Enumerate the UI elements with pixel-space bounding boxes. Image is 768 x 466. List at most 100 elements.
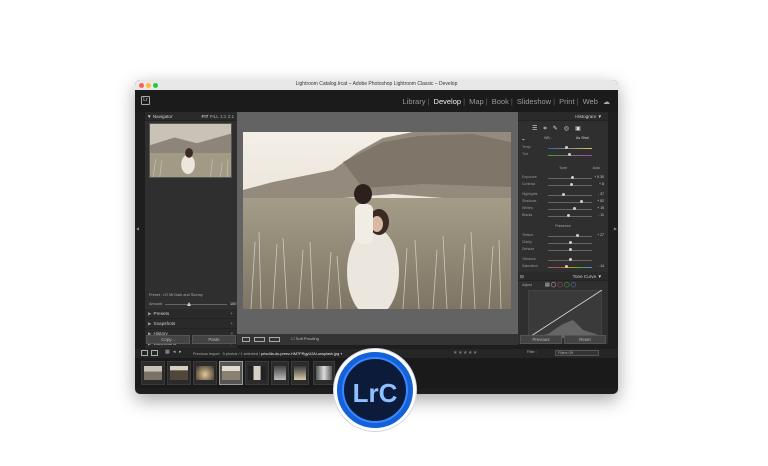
filmstrip-thumb[interactable] — [193, 361, 217, 385]
filmstrip-thumb[interactable] — [291, 361, 309, 385]
slider-saturation[interactable]: Saturation - 14 — [520, 264, 606, 270]
slider-exposure[interactable]: Exposure + 0.30 — [520, 175, 606, 181]
slider-tint[interactable]: Tint — [520, 152, 606, 158]
slider-temp[interactable]: Temp — [520, 145, 606, 151]
auto-button[interactable]: Auto — [593, 166, 600, 170]
left-panel-toggle-icon[interactable]: ◀ — [136, 226, 139, 231]
source-label[interactable]: Previous Import — [193, 352, 220, 356]
plus-icon[interactable]: + — [230, 309, 233, 319]
zoom-fit[interactable]: FIT — [202, 114, 209, 119]
rating-filter[interactable]: ★★★★★ — [453, 350, 478, 356]
zoom-1-1[interactable]: 1:1 — [220, 114, 226, 119]
shadows-value[interactable]: + 52 — [597, 199, 604, 203]
blue-channel-icon[interactable]: ◯ — [571, 282, 578, 288]
zoom-fill[interactable]: FILL — [210, 114, 219, 119]
highlights-value[interactable]: - 37 — [598, 192, 604, 196]
blacks-knob[interactable] — [567, 214, 570, 217]
amount-knob[interactable] — [187, 302, 191, 306]
module-library[interactable]: Library — [403, 97, 426, 106]
shadows-knob[interactable] — [580, 200, 583, 203]
blacks-value[interactable]: - 11 — [598, 213, 604, 217]
texture-knob[interactable] — [576, 234, 579, 237]
module-develop[interactable]: Develop — [434, 97, 462, 106]
clarity-knob[interactable] — [569, 241, 572, 244]
green-channel-icon[interactable]: ◯ — [564, 282, 571, 288]
grid-icon[interactable]: ▦ — [165, 349, 170, 355]
contrast-knob[interactable] — [570, 183, 573, 186]
slider-contrast[interactable]: Contrast + 8 — [520, 182, 606, 188]
reset-button[interactable]: Reset — [564, 335, 606, 344]
whites-knob[interactable] — [573, 207, 576, 210]
paste-button[interactable]: Paste — [192, 335, 236, 344]
loupe-view-icon[interactable] — [242, 337, 250, 342]
filmstrip-thumb-selected[interactable] — [219, 361, 243, 385]
section-snapshots[interactable]: ▶ Snapshots + — [145, 319, 237, 329]
texture-value[interactable]: + 27 — [597, 233, 604, 237]
module-slideshow[interactable]: Slideshow — [517, 97, 551, 106]
before-after-icon[interactable] — [254, 337, 265, 342]
tone-curve-toggle-icon[interactable]: ⊟ — [520, 272, 524, 281]
module-web[interactable]: Web — [583, 97, 598, 106]
navigator-header[interactable]: ▼ Navigator FIT FILL 1:1 2:1 — [145, 112, 237, 121]
dehaze-knob[interactable] — [569, 248, 572, 251]
mask-icon[interactable]: ▣ — [575, 126, 587, 132]
filmstrip-thumb[interactable] — [313, 361, 335, 385]
back-arrow-icon[interactable]: ◂ — [173, 349, 176, 355]
tint-knob[interactable] — [568, 153, 571, 156]
module-print[interactable]: Print — [559, 97, 574, 106]
vibrance-knob[interactable] — [569, 258, 572, 261]
slider-clarity[interactable]: Clarity — [520, 240, 606, 246]
filmstrip-thumb[interactable] — [245, 361, 269, 385]
tone-curve-graph[interactable] — [528, 290, 602, 338]
presence-group-label: Presence — [555, 224, 571, 228]
slider-highlights[interactable]: Highlights - 37 — [520, 192, 606, 198]
compare-view-icon[interactable] — [269, 337, 280, 342]
healing-icon[interactable]: ✎ — [553, 126, 564, 132]
filmstrip-thumb[interactable] — [141, 361, 165, 385]
whites-value[interactable]: + 15 — [597, 206, 604, 210]
sliders-icon[interactable]: ☰ — [532, 126, 543, 132]
filmstrip-thumb[interactable] — [167, 361, 191, 385]
module-map[interactable]: Map — [469, 97, 484, 106]
main-window-icon[interactable] — [151, 350, 158, 356]
filmstrip-thumb[interactable] — [271, 361, 289, 385]
slider-texture[interactable]: Texture + 27 — [520, 233, 606, 239]
navigator-preview[interactable] — [149, 123, 232, 178]
filter-dropdown[interactable]: Filters Off — [555, 350, 599, 356]
main-photo[interactable] — [243, 132, 511, 309]
forward-arrow-icon[interactable]: ▸ — [179, 349, 182, 355]
image-canvas[interactable] — [237, 112, 518, 334]
wb-value[interactable]: As Shot — [576, 136, 589, 140]
copy-button[interactable]: Copy... — [146, 335, 190, 344]
preset-amount[interactable]: Amount 100 — [149, 302, 237, 306]
amount-track[interactable] — [165, 304, 227, 305]
slider-shadows[interactable]: Shadows + 52 — [520, 199, 606, 205]
crop-icon[interactable]: ⌗ — [543, 126, 552, 132]
contrast-value[interactable]: + 8 — [599, 182, 604, 186]
exposure-value[interactable]: + 0.30 — [594, 175, 604, 179]
cloud-icon[interactable]: ☁ — [603, 99, 610, 106]
slider-whites[interactable]: Whites + 15 — [520, 206, 606, 212]
exposure-knob[interactable] — [571, 176, 574, 179]
red-channel-icon[interactable]: ◯ — [557, 282, 564, 288]
plus-icon[interactable]: + — [230, 319, 233, 329]
saturation-value[interactable]: - 14 — [598, 264, 604, 268]
second-window-icon[interactable] — [141, 350, 148, 356]
highlights-knob[interactable] — [562, 193, 565, 196]
tone-curve-header[interactable]: ⊟ Tone Curve ▼ — [518, 272, 608, 281]
slider-dehaze[interactable]: Dehaze — [520, 247, 606, 253]
section-presets[interactable]: ▶ Presets + — [145, 309, 237, 319]
slider-blacks[interactable]: Blacks - 11 — [520, 213, 606, 219]
eyedropper-icon[interactable]: ✒ — [522, 137, 525, 142]
histogram-header[interactable]: Histogram ▼ — [518, 112, 608, 121]
saturation-knob[interactable] — [565, 265, 568, 268]
zoom-2-1[interactable]: 2:1 — [228, 114, 234, 119]
previous-button[interactable]: Previous — [520, 335, 562, 344]
slider-vibrance[interactable]: Vibrance — [520, 257, 606, 263]
adjust-label: Adjust — [522, 283, 532, 287]
temp-knob[interactable] — [565, 146, 568, 149]
module-book[interactable]: Book — [492, 97, 509, 106]
redeye-icon[interactable]: ◎ — [564, 126, 575, 132]
filmstrip-source-info[interactable]: Previous Import 5 photos / 1 selected / … — [193, 351, 342, 356]
right-panel-toggle-icon[interactable]: ▶ — [614, 226, 617, 231]
